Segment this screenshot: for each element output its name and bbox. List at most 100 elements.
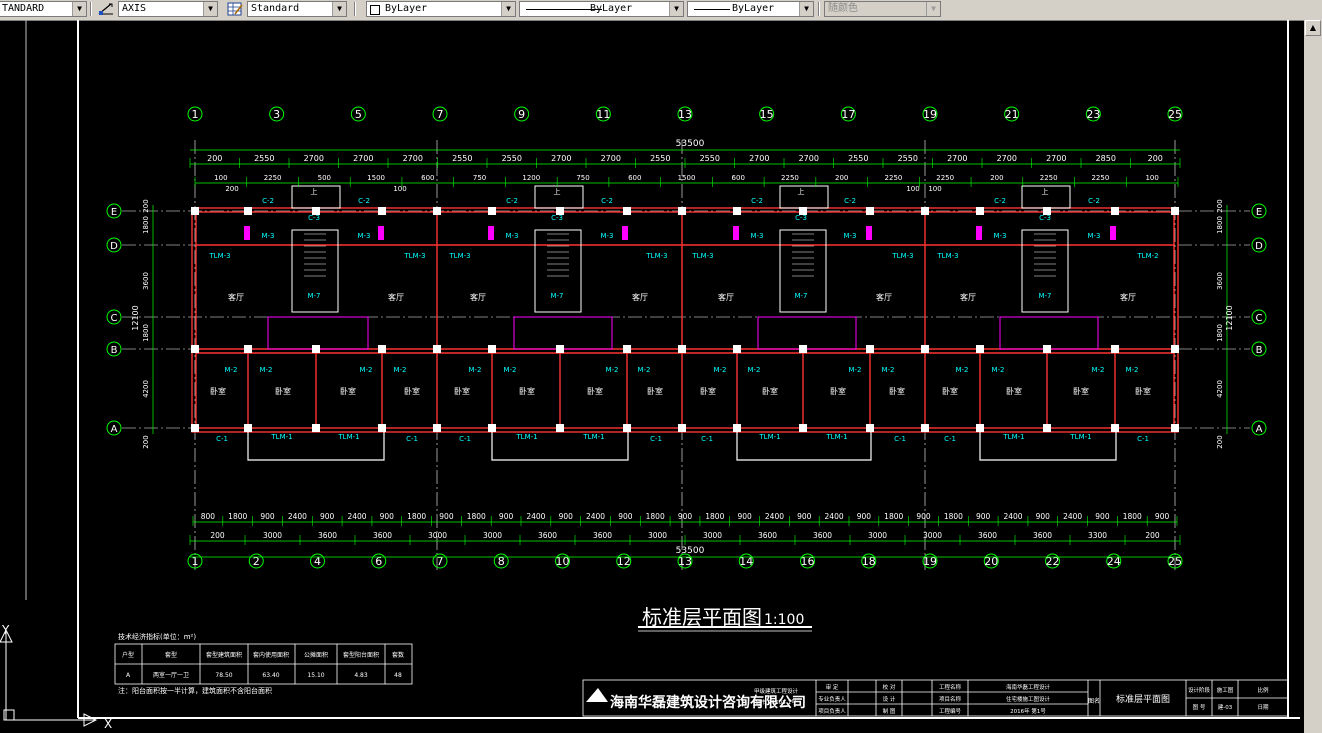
scroll-up-icon[interactable]: ▲ (1305, 20, 1321, 36)
dimension-value: 1800 (884, 512, 903, 521)
side-dimension-value: 200 (142, 435, 150, 448)
table-style-select[interactable]: Standard ▼ (247, 1, 347, 17)
stats-table-cell: 48 (394, 672, 402, 679)
dimension-value: 2700 (1046, 154, 1066, 163)
dimension-value: 500 (318, 174, 331, 182)
linetype-select[interactable]: ByLayer ▼ (519, 1, 684, 17)
dimension-value: 900 (380, 512, 395, 521)
door-window-label: C-2 (994, 197, 1006, 205)
door-window-label: M-7 (1038, 292, 1051, 300)
axis-label-25: 25 (1168, 108, 1182, 121)
dimension-value: 2250 (936, 174, 954, 182)
structural-column (1171, 207, 1179, 215)
dimension-value: 2250 (1091, 174, 1109, 182)
axis-label-13: 13 (678, 108, 692, 121)
company-logo (586, 688, 608, 702)
dimension-value: 600 (732, 174, 745, 182)
color-swatch (370, 5, 380, 15)
side-dimension-value: 1800 (142, 324, 150, 342)
left-total-dimension: 12100 (131, 305, 140, 330)
door-window-label: C-1 (459, 435, 471, 443)
dimension-value: 2550 (452, 154, 472, 163)
stats-table-caption: 技术经济指标(单位：m²) (118, 632, 196, 641)
structural-column (921, 345, 929, 353)
stats-table-header: 套型 (165, 651, 177, 659)
dimension-value: 900 (499, 512, 514, 521)
dimension-value: 2850 (1096, 154, 1116, 163)
axis-label-3: 3 (273, 108, 280, 121)
axis-label-15: 15 (760, 108, 774, 121)
dimension-value: 600 (421, 174, 434, 182)
title-block-sign-label: 项目负责人 (818, 707, 846, 715)
dimension-value: 1800 (467, 512, 486, 521)
door-window-label: TLM-3 (448, 252, 470, 260)
room-label-living: 客厅 (388, 292, 404, 302)
row-label-left-A: A (111, 424, 118, 435)
text-style-value: TANDARD (2, 3, 45, 14)
door-window-label: TLM-1 (515, 433, 537, 441)
dimension-value: 3000 (868, 531, 887, 540)
door-window-label: C-3 (1039, 214, 1051, 222)
structural-column (244, 424, 252, 432)
color-select[interactable]: ByLayer ▼ (366, 1, 516, 17)
dimension-value: 200 (1145, 531, 1160, 540)
door-window-label: C-1 (216, 435, 228, 443)
door-window-label: M-2 (991, 366, 1004, 374)
toolbar-separator (354, 2, 356, 16)
dimension-style-icon[interactable] (97, 1, 115, 17)
dimension-value: 2550 (650, 154, 670, 163)
structural-column (799, 424, 807, 432)
plot-style-select: 随颜色 ▼ (824, 1, 941, 17)
lineweight-select[interactable]: ByLayer ▼ (687, 1, 814, 17)
vertical-scrollbar[interactable]: ▲ (1304, 20, 1322, 733)
table-style-icon[interactable] (226, 1, 244, 17)
dimension-value: 1800 (705, 512, 724, 521)
dimension-value: 2250 (781, 174, 799, 182)
title-block-stamp-text: 比例 (1257, 686, 1269, 694)
structural-column (733, 345, 741, 353)
door-window-label: C-2 (1088, 197, 1100, 205)
dimension-value: 900 (320, 512, 335, 521)
stats-table-cell: 78.50 (215, 672, 232, 679)
structural-column (678, 424, 686, 432)
dimension-value: 1800 (646, 512, 665, 521)
dimension-value: 100 (906, 185, 919, 193)
structural-column (488, 207, 496, 215)
structural-column (312, 345, 320, 353)
dimension-value: 1800 (1123, 512, 1142, 521)
title-block-fields: 审 定专业负责人项目负责人 校 对设 计制 图 工程名称项目名称工程编号 海南华磊工程… (818, 683, 1269, 715)
door-window-label: TLM-1 (337, 433, 359, 441)
dimension-value: 900 (857, 512, 872, 521)
chevron-down-icon: ▼ (669, 2, 683, 16)
title-block-stamp-text: 日期 (1257, 704, 1269, 711)
dim-style-value: AXIS (122, 3, 147, 14)
drawing-canvas[interactable]: 1 3 5 7 9 11 13 15 17 19 21 23 25 1 2 4 6 7 8 10 12 13 14 16 18… (0, 20, 1304, 733)
dimension-value: 3000 (483, 531, 502, 540)
dimension-value: 200 (835, 174, 848, 182)
door-window-label: TLM-3 (208, 252, 230, 260)
text-style-select[interactable]: TANDARD ▼ (0, 1, 87, 17)
door-window-label: M-2 (881, 366, 894, 374)
dimension-value: 3600 (813, 531, 832, 540)
dimension-value: 3600 (758, 531, 777, 540)
chevron-down-icon: ▼ (203, 2, 217, 16)
structural-column (678, 345, 686, 353)
dimension-value: 900 (260, 512, 275, 521)
dimension-value: 900 (797, 512, 812, 521)
color-value: ByLayer (385, 3, 428, 14)
door-window-label: M-3 (750, 232, 763, 240)
top-axis-markers: 1 3 5 7 9 11 13 15 17 19 21 23 25 (187, 106, 1183, 122)
room-label-bedroom: 卧室 (404, 386, 420, 396)
dim-style-select[interactable]: AXIS ▼ (118, 1, 218, 17)
dimension-value: 900 (1095, 512, 1110, 521)
dimension-value: 1500 (678, 174, 696, 182)
door-window-label: M-3 (505, 232, 518, 240)
dimension-value: 2250 (1040, 174, 1058, 182)
door-window-label: TLM-3 (403, 252, 425, 260)
structural-column (866, 424, 874, 432)
drawing-name-label: 图名 (1088, 697, 1100, 705)
title-block-project-label: 工程名称 (939, 683, 962, 691)
dimension-value: 900 (1036, 512, 1051, 521)
row-label-right-D: D (1255, 241, 1263, 252)
chevron-down-icon: ▼ (926, 2, 940, 16)
